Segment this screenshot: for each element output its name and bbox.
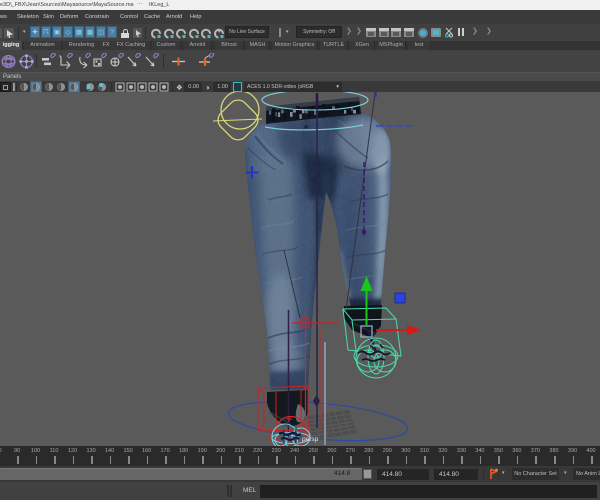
svg-text:persp: persp <box>302 436 319 443</box>
